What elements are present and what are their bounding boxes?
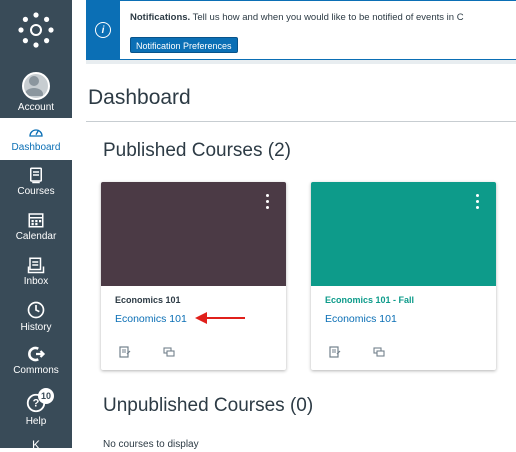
discussions-icon[interactable] xyxy=(163,345,176,357)
nav-collapse-button[interactable]: K xyxy=(0,438,72,452)
nav-item-inbox[interactable]: Inbox xyxy=(0,256,72,287)
history-icon xyxy=(27,301,45,319)
avatar xyxy=(22,72,50,100)
nav-item-account[interactable]: Account xyxy=(0,72,72,113)
card-subtitle[interactable]: Economics 101 xyxy=(115,313,187,325)
nav-item-history[interactable]: History xyxy=(0,300,72,333)
nav-label-inbox: Inbox xyxy=(23,276,49,287)
banner-message: Notifications. Tell us how and when you … xyxy=(130,12,515,23)
nav-label-courses: Courses xyxy=(17,186,55,197)
course-card[interactable]: Economics 101 Economics 101 xyxy=(101,182,286,370)
nav-label-help: Help xyxy=(25,416,47,427)
nav-label-account: Account xyxy=(17,102,55,113)
assignments-icon[interactable] xyxy=(119,345,131,358)
nav-label-calendar: Calendar xyxy=(15,231,57,242)
notification-preferences-button[interactable]: Notification Preferences xyxy=(130,37,238,53)
arrow-left-icon xyxy=(195,312,245,324)
card-menu-icon[interactable] xyxy=(476,194,480,212)
nav-label-commons: Commons xyxy=(13,365,59,376)
info-icon: i xyxy=(95,22,111,38)
nav-item-dashboard[interactable]: Dashboard xyxy=(0,118,72,160)
banner-bold: Notifications. xyxy=(130,12,191,23)
commons-icon xyxy=(28,346,46,362)
header-divider xyxy=(86,121,516,122)
course-card[interactable]: Economics 101 - Fall Economics 101 xyxy=(311,182,496,370)
assignments-icon[interactable] xyxy=(329,345,341,358)
help-badge: 10 xyxy=(38,388,54,404)
page-title: Dashboard xyxy=(88,86,191,109)
banner-shadow xyxy=(86,60,516,64)
card-title[interactable]: Economics 101 - Fall xyxy=(325,295,414,305)
card-hero[interactable] xyxy=(311,182,496,286)
empty-note: No courses to display xyxy=(103,439,199,450)
calendar-icon xyxy=(28,213,44,228)
nav-item-courses[interactable]: Courses xyxy=(0,166,72,197)
unpublished-heading: Unpublished Courses (0) xyxy=(103,395,314,416)
nav-item-calendar[interactable]: Calendar xyxy=(0,211,72,242)
nav-label-dashboard: Dashboard xyxy=(11,142,61,153)
banner-text: Tell us how and when you would like to b… xyxy=(190,12,464,23)
card-hero[interactable] xyxy=(101,182,286,286)
global-nav: Account Dashboard Courses Calendar Inbox… xyxy=(0,0,72,452)
courses-icon xyxy=(30,167,42,184)
published-heading: Published Courses (2) xyxy=(103,140,291,161)
dashboard-icon xyxy=(29,129,43,137)
card-subtitle[interactable]: Economics 101 xyxy=(325,313,397,325)
nav-item-commons[interactable]: Commons xyxy=(0,345,72,376)
discussions-icon[interactable] xyxy=(373,345,386,357)
inbox-icon xyxy=(27,257,45,274)
nav-item-help[interactable]: ? 10 Help xyxy=(0,388,72,427)
card-title[interactable]: Economics 101 xyxy=(115,295,181,305)
canvas-logo-icon[interactable] xyxy=(16,10,56,50)
collapse-icon: K xyxy=(31,438,40,452)
nav-label-history: History xyxy=(20,322,52,333)
card-menu-icon[interactable] xyxy=(266,194,270,212)
